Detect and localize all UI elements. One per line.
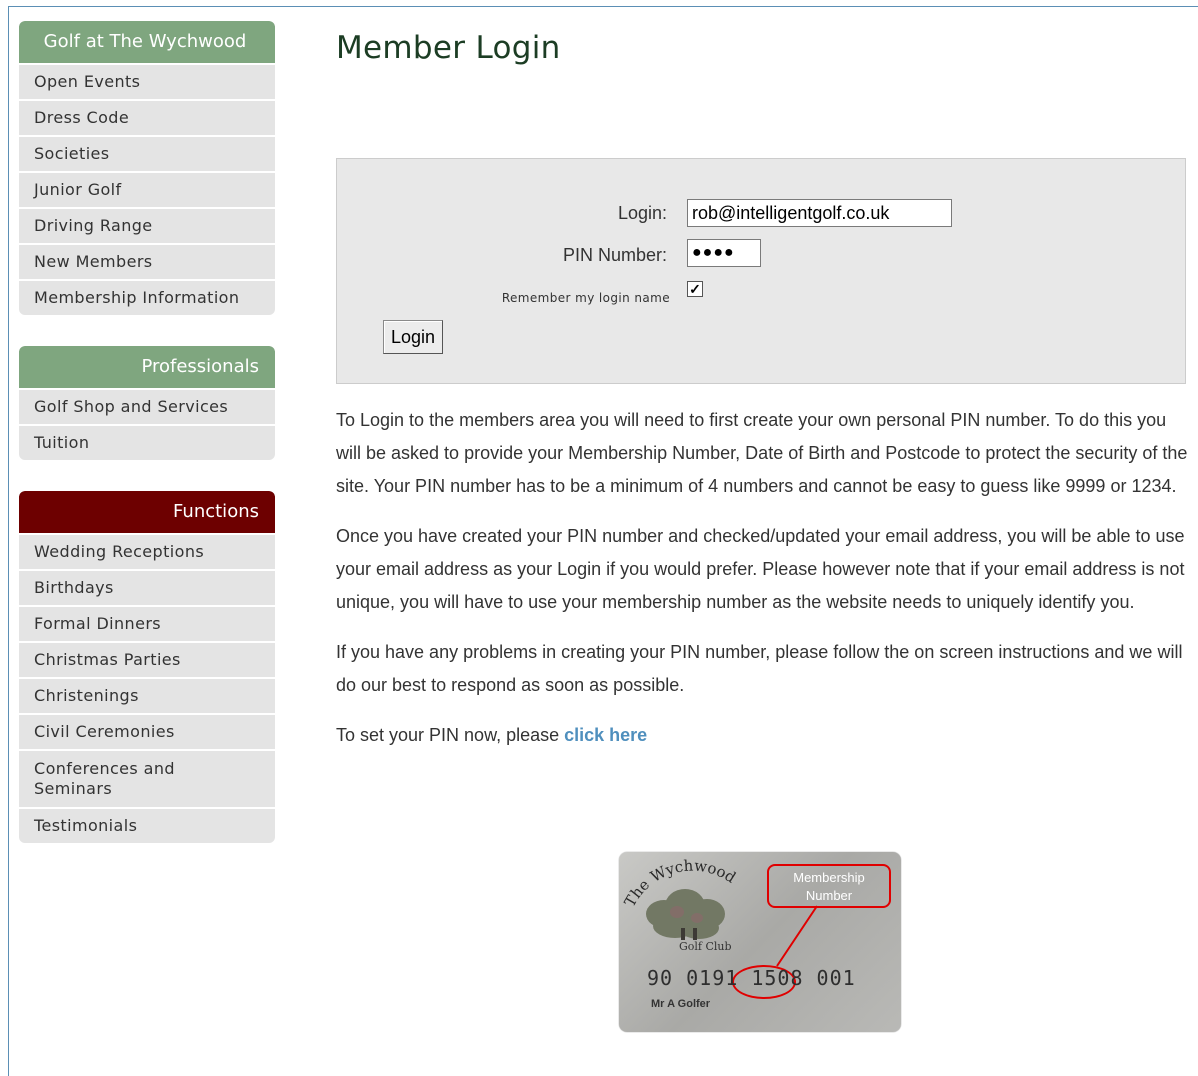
menu-group-golf: Golf at The Wychwood Open Events Dress C… [19,21,275,315]
sidebar: Golf at The Wychwood Open Events Dress C… [19,21,275,874]
membership-card-image: The Wychwood Golf Club Membership Number… [619,852,901,1032]
card-number: 90 0191 1508 001 [647,966,856,990]
set-pin-line: To set your PIN now, please click here [336,719,1188,752]
sidebar-item-formal-dinners[interactable]: Formal Dinners [19,605,275,641]
login-input[interactable]: rob@intelligentgolf.co.uk [687,199,952,227]
card-club-subtitle: Golf Club [679,940,732,953]
sidebar-item-christenings[interactable]: Christenings [19,677,275,713]
instructions: To Login to the members area you will ne… [336,404,1188,769]
sidebar-item-new-members[interactable]: New Members [19,243,275,279]
main-content: Member Login Login: rob@intelligentgolf.… [336,30,1188,1032]
menu-header-professionals: Professionals [19,346,275,388]
login-label: Login: [617,203,667,223]
sidebar-item-tuition[interactable]: Tuition [19,424,275,460]
set-pin-link[interactable]: click here [564,725,647,745]
sidebar-item-junior-golf[interactable]: Junior Golf [19,171,275,207]
pin-input[interactable]: ●●●● [687,239,761,267]
sidebar-item-conferences-and-seminars[interactable]: Conferences and Seminars [19,749,275,807]
sidebar-item-birthdays[interactable]: Birthdays [19,569,275,605]
sidebar-item-driving-range[interactable]: Driving Range [19,207,275,243]
login-form: Login: rob@intelligentgolf.co.uk PIN Num… [336,158,1186,384]
sidebar-item-golf-shop[interactable]: Golf Shop and Services [19,388,275,424]
sidebar-item-christmas-parties[interactable]: Christmas Parties [19,641,275,677]
sidebar-item-membership-information[interactable]: Membership Information [19,279,275,315]
page-title: Member Login [336,30,561,66]
pin-label: PIN Number: [562,245,667,265]
remember-checkbox[interactable]: ✓ [687,281,703,297]
instructions-paragraph-3: If you have any problems in creating you… [336,642,1183,695]
sidebar-item-societies[interactable]: Societies [19,135,275,171]
instructions-paragraph-1: To Login to the members area you will ne… [336,410,1188,496]
login-button[interactable]: Login [383,320,444,354]
menu-group-professionals: Professionals Golf Shop and Services Tui… [19,346,275,460]
sidebar-item-testimonials[interactable]: Testimonials [19,807,275,843]
menu-header-functions: Functions [19,491,275,533]
sidebar-item-civil-ceremonies[interactable]: Civil Ceremonies [19,713,275,749]
sidebar-item-dress-code[interactable]: Dress Code [19,99,275,135]
instructions-paragraph-2: Once you have created your PIN number an… [336,526,1185,612]
sidebar-item-open-events[interactable]: Open Events [19,63,275,99]
membership-number-callout: Membership Number [767,864,891,908]
menu-header-golf: Golf at The Wychwood [19,21,275,63]
menu-group-functions: Functions Wedding Receptions Birthdays F… [19,491,275,843]
set-pin-text: To set your PIN now, please [336,725,565,745]
card-holder-name: Mr A Golfer [651,998,711,1010]
remember-label: Remember my login name [501,291,670,305]
sidebar-item-wedding-receptions[interactable]: Wedding Receptions [19,533,275,569]
